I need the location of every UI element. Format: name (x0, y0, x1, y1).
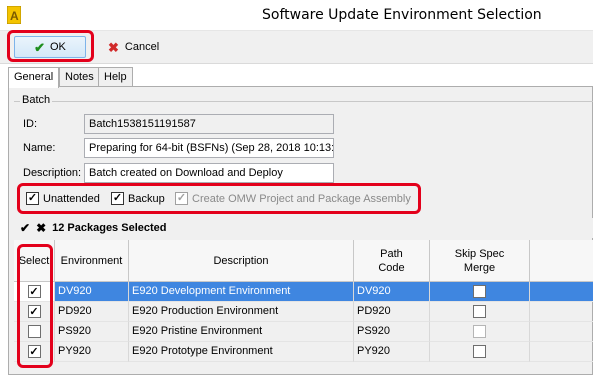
col-header-filler (530, 240, 593, 282)
select-cell[interactable]: ✓ (14, 282, 55, 302)
filler-cell (530, 322, 593, 342)
environment-cell: DV920 (55, 282, 129, 302)
tab-notes[interactable]: Notes (59, 67, 100, 87)
select-cell[interactable] (14, 322, 55, 342)
ok-button[interactable]: ✔ OK (14, 36, 86, 58)
skip-cell (430, 322, 530, 342)
filler-cell (530, 342, 593, 362)
description-cell: E920 Production Environment (129, 302, 354, 322)
filler-cell (530, 302, 593, 322)
select-checkbox[interactable] (27, 325, 41, 338)
toolbar: ✔ OK ✖ Cancel (0, 31, 593, 64)
id-label: ID: (23, 118, 38, 130)
description-label: Description: (23, 167, 82, 179)
ok-button-label: OK (50, 41, 66, 53)
title-bar: A Software Update Environment Selection (0, 0, 593, 31)
table-row[interactable]: ✓ PY920 E920 Prototype Environment PY920 (14, 342, 593, 362)
skip-checkbox[interactable] (473, 285, 486, 298)
environment-cell: PY920 (55, 342, 129, 362)
svg-text:A: A (10, 9, 19, 23)
packages-bar: ✔ ✖ 12 Packages Selected (14, 218, 593, 238)
name-field[interactable]: Preparing for 64-bit (BSFNs) (Sep 28, 20… (84, 138, 334, 158)
description-cell: E920 Prototype Environment (129, 342, 354, 362)
col-header-path-code[interactable]: Path Code (354, 240, 430, 282)
tab-general[interactable]: General (8, 67, 60, 88)
tab-general-label: General (14, 71, 54, 83)
col-header-description[interactable]: Description (129, 240, 354, 282)
batch-group-divider (14, 101, 593, 102)
name-label: Name: (23, 142, 56, 154)
id-field: Batch1538151191587 (84, 114, 334, 134)
environment-cell: PS920 (55, 322, 129, 342)
col-header-environment[interactable]: Environment (55, 240, 129, 282)
description-field[interactable]: Batch created on Download and Deploy (84, 163, 334, 183)
close-icon: ✖ (108, 39, 119, 55)
select-checkbox[interactable]: ✓ (27, 345, 41, 358)
batch-group-label: Batch (20, 94, 53, 106)
table-row[interactable]: PS920 E920 Pristine Environment PS920 (14, 322, 593, 342)
cancel-button[interactable]: ✖ Cancel (104, 36, 163, 58)
col-header-environment-label: Environment (60, 254, 123, 267)
filler-cell (530, 282, 593, 302)
skip-checkbox[interactable] (473, 345, 486, 358)
backup-option[interactable]: ✓ Backup (111, 192, 165, 205)
path-code-cell: PY920 (354, 342, 430, 362)
packages-summary: 12 Packages Selected (52, 222, 167, 234)
path-code-cell: PS920 (354, 322, 430, 342)
omw-checkbox: ✓ (175, 192, 188, 205)
path-code-cell: PD920 (354, 302, 430, 322)
select-checkbox[interactable]: ✓ (27, 305, 41, 318)
col-header-path-code-label: Path Code (378, 247, 405, 274)
unattended-option[interactable]: ✓ Unattended (26, 192, 100, 205)
skip-cell[interactable] (430, 342, 530, 362)
omw-option: ✓ Create OMW Project and Package Assembl… (175, 192, 411, 205)
unattended-checkbox[interactable]: ✓ (26, 192, 39, 205)
backup-checkbox[interactable]: ✓ (111, 192, 124, 205)
tab-help-label: Help (104, 71, 127, 83)
table-row[interactable]: ✓ DV920 E920 Development Environment DV9… (14, 282, 593, 302)
unattended-label: Unattended (43, 192, 100, 205)
col-header-skip-spec-merge-label: Skip Spec Merge (454, 247, 505, 274)
skip-checkbox (473, 325, 486, 338)
clear-all-icon[interactable]: ✖ (36, 221, 46, 235)
col-header-description-label: Description (213, 254, 269, 267)
app-logo-icon: A (7, 6, 21, 24)
skip-checkbox[interactable] (473, 305, 486, 318)
tab-help[interactable]: Help (98, 67, 133, 87)
omw-label: Create OMW Project and Package Assembly (192, 192, 411, 205)
description-cell: E920 Pristine Environment (129, 322, 354, 342)
table-row[interactable]: ✓ PD920 E920 Production Environment PD92… (14, 302, 593, 322)
col-header-select[interactable]: Select (14, 240, 55, 282)
tab-notes-label: Notes (65, 71, 94, 83)
select-checkbox[interactable]: ✓ (27, 285, 41, 298)
select-all-icon[interactable]: ✔ (20, 221, 30, 235)
cancel-button-label: Cancel (124, 41, 160, 53)
skip-cell[interactable] (430, 302, 530, 322)
col-header-select-label: Select (18, 254, 50, 267)
description-cell: E920 Development Environment (129, 282, 354, 302)
checkmark-icon: ✔ (34, 39, 45, 55)
environment-cell: PD920 (55, 302, 129, 322)
col-header-skip-spec-merge[interactable]: Skip Spec Merge (430, 240, 530, 282)
window-title: Software Update Environment Selection (262, 7, 542, 23)
select-cell[interactable]: ✓ (14, 302, 55, 322)
skip-cell[interactable] (430, 282, 530, 302)
backup-label: Backup (128, 192, 165, 205)
path-code-cell: DV920 (354, 282, 430, 302)
select-cell[interactable]: ✓ (14, 342, 55, 362)
